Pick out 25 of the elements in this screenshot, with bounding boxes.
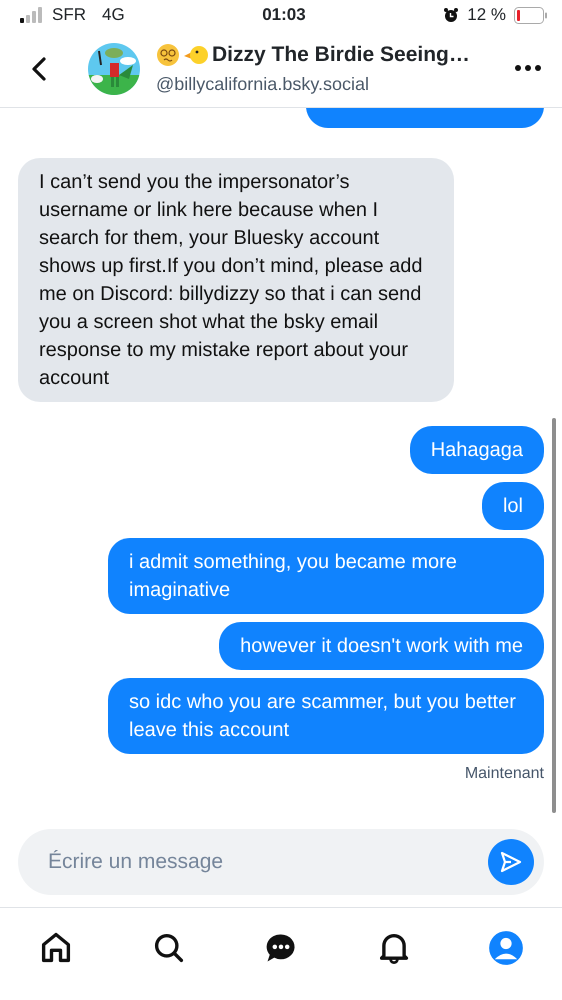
back-button[interactable]: [30, 56, 48, 82]
send-button[interactable]: [488, 839, 534, 885]
message-bubble: I can’t send you the impersonator’s username or link here because when I search for them, your Bluesky account shows up first.If you don’t mind, please add me on Discord: billydizzy so that i can send you a screen shot what the bsky email response to my mistake report about your account: [18, 158, 454, 402]
send-icon[interactable]: [499, 850, 523, 874]
more-icon[interactable]: [514, 64, 542, 72]
message-bubble: i admit something, you became more imaginative: [108, 538, 544, 614]
battery-percentage: 12 %: [467, 4, 506, 26]
carrier-name: SFR: [52, 4, 86, 26]
signal-icon: [20, 7, 44, 23]
dizzy-face-icon: [156, 43, 180, 67]
message-bubble: lol: [482, 482, 544, 530]
message-bubble: so idc who you are scammer, but you better leave this account: [108, 678, 544, 754]
message-bubble: Hahagaga: [410, 426, 544, 474]
alarm-icon: [443, 7, 460, 23]
contact-name: Dizzy The Birdie Seeing…: [212, 42, 470, 68]
message-timestamp: Maintenant: [464, 764, 544, 784]
contact-handle: @billycalifornia.bsky.social: [156, 72, 370, 96]
message-field[interactable]: Écrire un message: [18, 829, 544, 895]
message-input[interactable]: Écrire un message: [46, 845, 488, 879]
clock-time: 01:03: [262, 4, 306, 26]
battery-icon: [514, 6, 548, 24]
message-bubble: however it doesn't work with me: [219, 622, 544, 670]
chick-icon: [184, 44, 208, 66]
network-type: 4G: [102, 4, 125, 26]
profile-icon[interactable]: [488, 930, 524, 966]
